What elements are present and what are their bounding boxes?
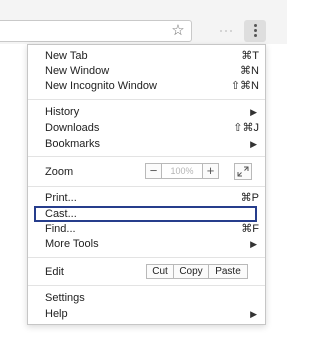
three-dot-menu-icon[interactable] (244, 20, 266, 42)
star-icon[interactable]: ☆ (170, 21, 186, 41)
menu-separator (28, 99, 265, 100)
fullscreen-button[interactable] (234, 163, 252, 180)
extension-icon[interactable] (220, 27, 234, 35)
menu-item-new-tab[interactable]: New Tab ⌘T (28, 49, 265, 64)
menu-item-label: More Tools (45, 238, 99, 250)
menu-item-label: Help (45, 308, 68, 320)
menu-item-help[interactable]: Help ▶ (28, 307, 265, 322)
submenu-arrow-icon: ▶ (250, 309, 257, 319)
menu-item-find[interactable]: Find... ⌘F (28, 222, 265, 237)
fullscreen-icon (237, 166, 249, 177)
menu-item-label: New Window (45, 65, 110, 77)
menu-item-shortcut: ⌘P (240, 192, 259, 204)
menu-item-label: Zoom (45, 166, 74, 178)
menu-separator (28, 257, 265, 258)
cut-button[interactable]: Cut (146, 264, 174, 279)
menu-item-new-incognito-window[interactable]: New Incognito Window ⇧⌘N (28, 79, 265, 94)
menu-item-label: History (45, 106, 80, 118)
menu-item-label: Downloads (45, 122, 100, 134)
menu-item-settings[interactable]: Settings (28, 291, 265, 306)
menu-item-label: New Tab (45, 50, 88, 62)
zoom-out-button[interactable]: − (145, 163, 162, 179)
menu-item-shortcut: ⌘F (241, 223, 259, 235)
menu-item-downloads[interactable]: Downloads ⇧⌘J (28, 121, 265, 136)
menu-item-label: Edit (45, 266, 64, 278)
zoom-in-button[interactable]: + (202, 163, 219, 179)
paste-button[interactable]: Paste (208, 264, 248, 279)
menu-item-label: Print... (45, 192, 77, 204)
zoom-level: 100% (162, 163, 202, 179)
menu-item-print[interactable]: Print... ⌘P (28, 191, 265, 206)
submenu-arrow-icon: ▶ (250, 139, 257, 149)
menu-item-label: Find... (45, 223, 76, 235)
browser-toolbar: ☆ (0, 0, 287, 44)
menu-item-new-window[interactable]: New Window ⌘N (28, 64, 265, 79)
menu-item-shortcut: ⇧⌘J (233, 122, 259, 134)
menu-item-bookmarks[interactable]: Bookmarks ▶ (28, 137, 265, 152)
submenu-arrow-icon: ▶ (250, 239, 257, 249)
address-bar[interactable] (0, 20, 192, 42)
menu-separator (28, 186, 265, 187)
menu-item-shortcut: ⇧⌘N (230, 80, 259, 92)
copy-button[interactable]: Copy (173, 264, 209, 279)
menu-item-label: Bookmarks (45, 138, 101, 150)
menu-item-shortcut: ⌘T (241, 50, 259, 62)
chrome-menu: New Tab ⌘T New Window ⌘N New Incognito W… (27, 44, 266, 325)
menu-item-label: Settings (45, 292, 85, 304)
submenu-arrow-icon: ▶ (250, 107, 257, 117)
menu-item-more-tools[interactable]: More Tools ▶ (28, 237, 265, 252)
menu-item-shortcut: ⌘N (240, 65, 259, 77)
cast-highlight-box (34, 206, 257, 222)
menu-separator (28, 285, 265, 286)
menu-item-history[interactable]: History ▶ (28, 105, 265, 120)
menu-item-label: New Incognito Window (45, 80, 157, 92)
menu-separator (28, 156, 265, 157)
